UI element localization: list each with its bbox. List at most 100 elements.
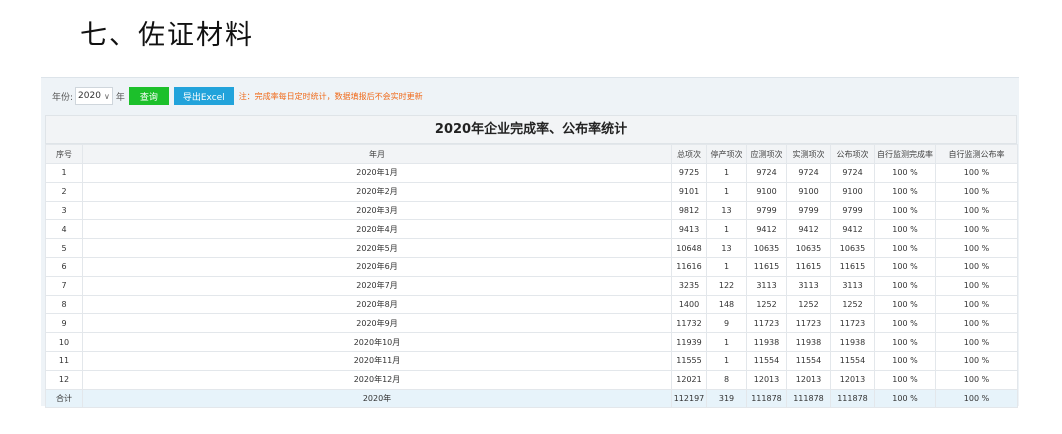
- table-cell: 100 %: [874, 294, 936, 315]
- chevron-down-icon: ∨: [103, 91, 110, 101]
- table-cell: 9799: [830, 200, 875, 221]
- table-cell: 10635: [746, 238, 787, 258]
- table-header-row: 序号 年月 总项次 停产项次 应测项次 实测项次 公布项次 自行监测完成率 自行监测公布率: [45, 144, 1018, 164]
- table-cell: 3235: [671, 275, 707, 296]
- table-cell: 11723: [786, 313, 831, 334]
- table-cell: 9413: [671, 219, 707, 240]
- table-cell: 13: [706, 200, 747, 221]
- table-row: 10 2020年10月 11939 1 11938 11938 11938 100 % 100 …: [45, 332, 1018, 352]
- table-cell: 9724: [786, 163, 831, 183]
- table-cell: 9: [45, 313, 83, 334]
- table-cell: 9725: [671, 163, 707, 183]
- filter-toolbar: 年份: 2020 ∨ 年 查询 导出Excel 注：完成率每日定时统计，数据填报…: [41, 78, 1019, 114]
- column-header: 年月: [82, 144, 672, 164]
- table-row: 8 2020年8月 1400 148 1252 1252 1252 100 % 100 %: [45, 294, 1018, 315]
- table-cell: 2020年4月: [82, 219, 672, 240]
- table-cell: 9799: [746, 200, 787, 221]
- table-cell: 11554: [786, 350, 831, 371]
- column-header: 实测项次: [786, 144, 831, 164]
- table-cell: 11615: [786, 256, 831, 277]
- table-cell: 11938: [746, 332, 787, 352]
- table-cell: 11555: [671, 350, 707, 371]
- table-cell: 3113: [746, 275, 787, 296]
- table-cell: 100 %: [874, 350, 936, 371]
- table-cell: 11938: [830, 332, 875, 352]
- table-cell: 10635: [830, 238, 875, 258]
- table-cell: 2020年3月: [82, 200, 672, 221]
- total-cell: 2020年: [82, 388, 672, 409]
- year-select[interactable]: 2020 ∨: [75, 87, 113, 105]
- table-cell: 2: [45, 181, 83, 202]
- table-cell: 100 %: [874, 163, 936, 183]
- table-cell: 11615: [746, 256, 787, 277]
- table-title: 2020年企业完成率、公布率统计: [45, 115, 1017, 144]
- table-cell: 8: [706, 369, 747, 390]
- table-cell: 11939: [671, 332, 707, 352]
- table-row: 1 2020年1月 9725 1 9724 9724 9724 100 % 100 %: [45, 163, 1018, 183]
- table-cell: 4: [45, 219, 83, 240]
- table-cell: 11723: [746, 313, 787, 334]
- table-cell: 2020年2月: [82, 181, 672, 202]
- total-cell: 319: [706, 388, 747, 409]
- table-cell: 100 %: [935, 219, 1018, 240]
- table-cell: 100 %: [935, 163, 1018, 183]
- table-cell: 13: [706, 238, 747, 258]
- table-cell: 100 %: [874, 181, 936, 202]
- table-cell: 1: [706, 332, 747, 352]
- table-cell: 9799: [786, 200, 831, 221]
- table-cell: 100 %: [935, 294, 1018, 315]
- report-panel: 年份: 2020 ∨ 年 查询 导出Excel 注：完成率每日定时统计，数据填报…: [41, 77, 1019, 409]
- total-cell: 111878: [786, 388, 831, 409]
- table-cell: 100 %: [935, 369, 1018, 390]
- table-row: 2 2020年2月 9101 1 9100 9100 9100 100 % 100 %: [45, 181, 1018, 202]
- table-cell: 9101: [671, 181, 707, 202]
- total-cell: 111878: [746, 388, 787, 409]
- table-cell: 2020年7月: [82, 275, 672, 296]
- table-row: 4 2020年4月 9413 1 9412 9412 9412 100 % 100 %: [45, 219, 1018, 240]
- year-label: 年份:: [52, 92, 74, 103]
- table-cell: 11554: [830, 350, 875, 371]
- year-unit-label: 年: [115, 92, 125, 103]
- query-button[interactable]: 查询: [128, 87, 169, 105]
- table-cell: 9724: [830, 163, 875, 183]
- total-cell: 111878: [830, 388, 875, 409]
- table-cell: 148: [706, 294, 747, 315]
- table-row: 9 2020年9月 11732 9 11723 11723 11723 100 % 100 %: [45, 313, 1018, 334]
- table-cell: 100 %: [874, 256, 936, 277]
- total-cell: 合计: [45, 388, 83, 409]
- statistics-table: 序号 年月 总项次 停产项次 应测项次 实测项次 公布项次 自行监测完成率 自行监测公布率 12…: [45, 144, 1018, 409]
- table-cell: 2020年12月: [82, 369, 672, 390]
- table-cell: 6: [45, 256, 83, 277]
- table-cell: 3113: [830, 275, 875, 296]
- table-cell: 2020年11月: [82, 350, 672, 371]
- table-cell: 2020年6月: [82, 256, 672, 277]
- total-cell: 112197: [671, 388, 707, 409]
- table-cell: 10635: [786, 238, 831, 258]
- column-header: 自行监测完成率: [874, 144, 936, 164]
- table-cell: 1: [706, 181, 747, 202]
- table-cell: 9412: [746, 219, 787, 240]
- table-cell: 1: [706, 350, 747, 371]
- table-cell: 9412: [786, 219, 831, 240]
- column-header: 序号: [45, 144, 83, 164]
- table-cell: 9812: [671, 200, 707, 221]
- table-cell: 1: [45, 163, 83, 183]
- table-cell: 1252: [830, 294, 875, 315]
- table-cell: 1400: [671, 294, 707, 315]
- table-cell: 1: [706, 256, 747, 277]
- table-cell: 100 %: [874, 275, 936, 296]
- column-header: 总项次: [671, 144, 707, 164]
- table-cell: 1252: [746, 294, 787, 315]
- table-cell: 12013: [830, 369, 875, 390]
- table-cell: 100 %: [935, 313, 1018, 334]
- table-cell: 12013: [746, 369, 787, 390]
- export-excel-button[interactable]: 导出Excel: [173, 87, 234, 105]
- table-cell: 100 %: [874, 200, 936, 221]
- table-cell: 2020年9月: [82, 313, 672, 334]
- table-cell: 11554: [746, 350, 787, 371]
- table-cell: 1252: [786, 294, 831, 315]
- column-header: 自行监测公布率: [935, 144, 1018, 164]
- statistics-table-container: 2020年企业完成率、公布率统计 序号 年月 总项次 停产项次 应测项次 实测项次 公布项次…: [45, 115, 1018, 409]
- table-cell: 1: [706, 163, 747, 183]
- table-cell: 2020年1月: [82, 163, 672, 183]
